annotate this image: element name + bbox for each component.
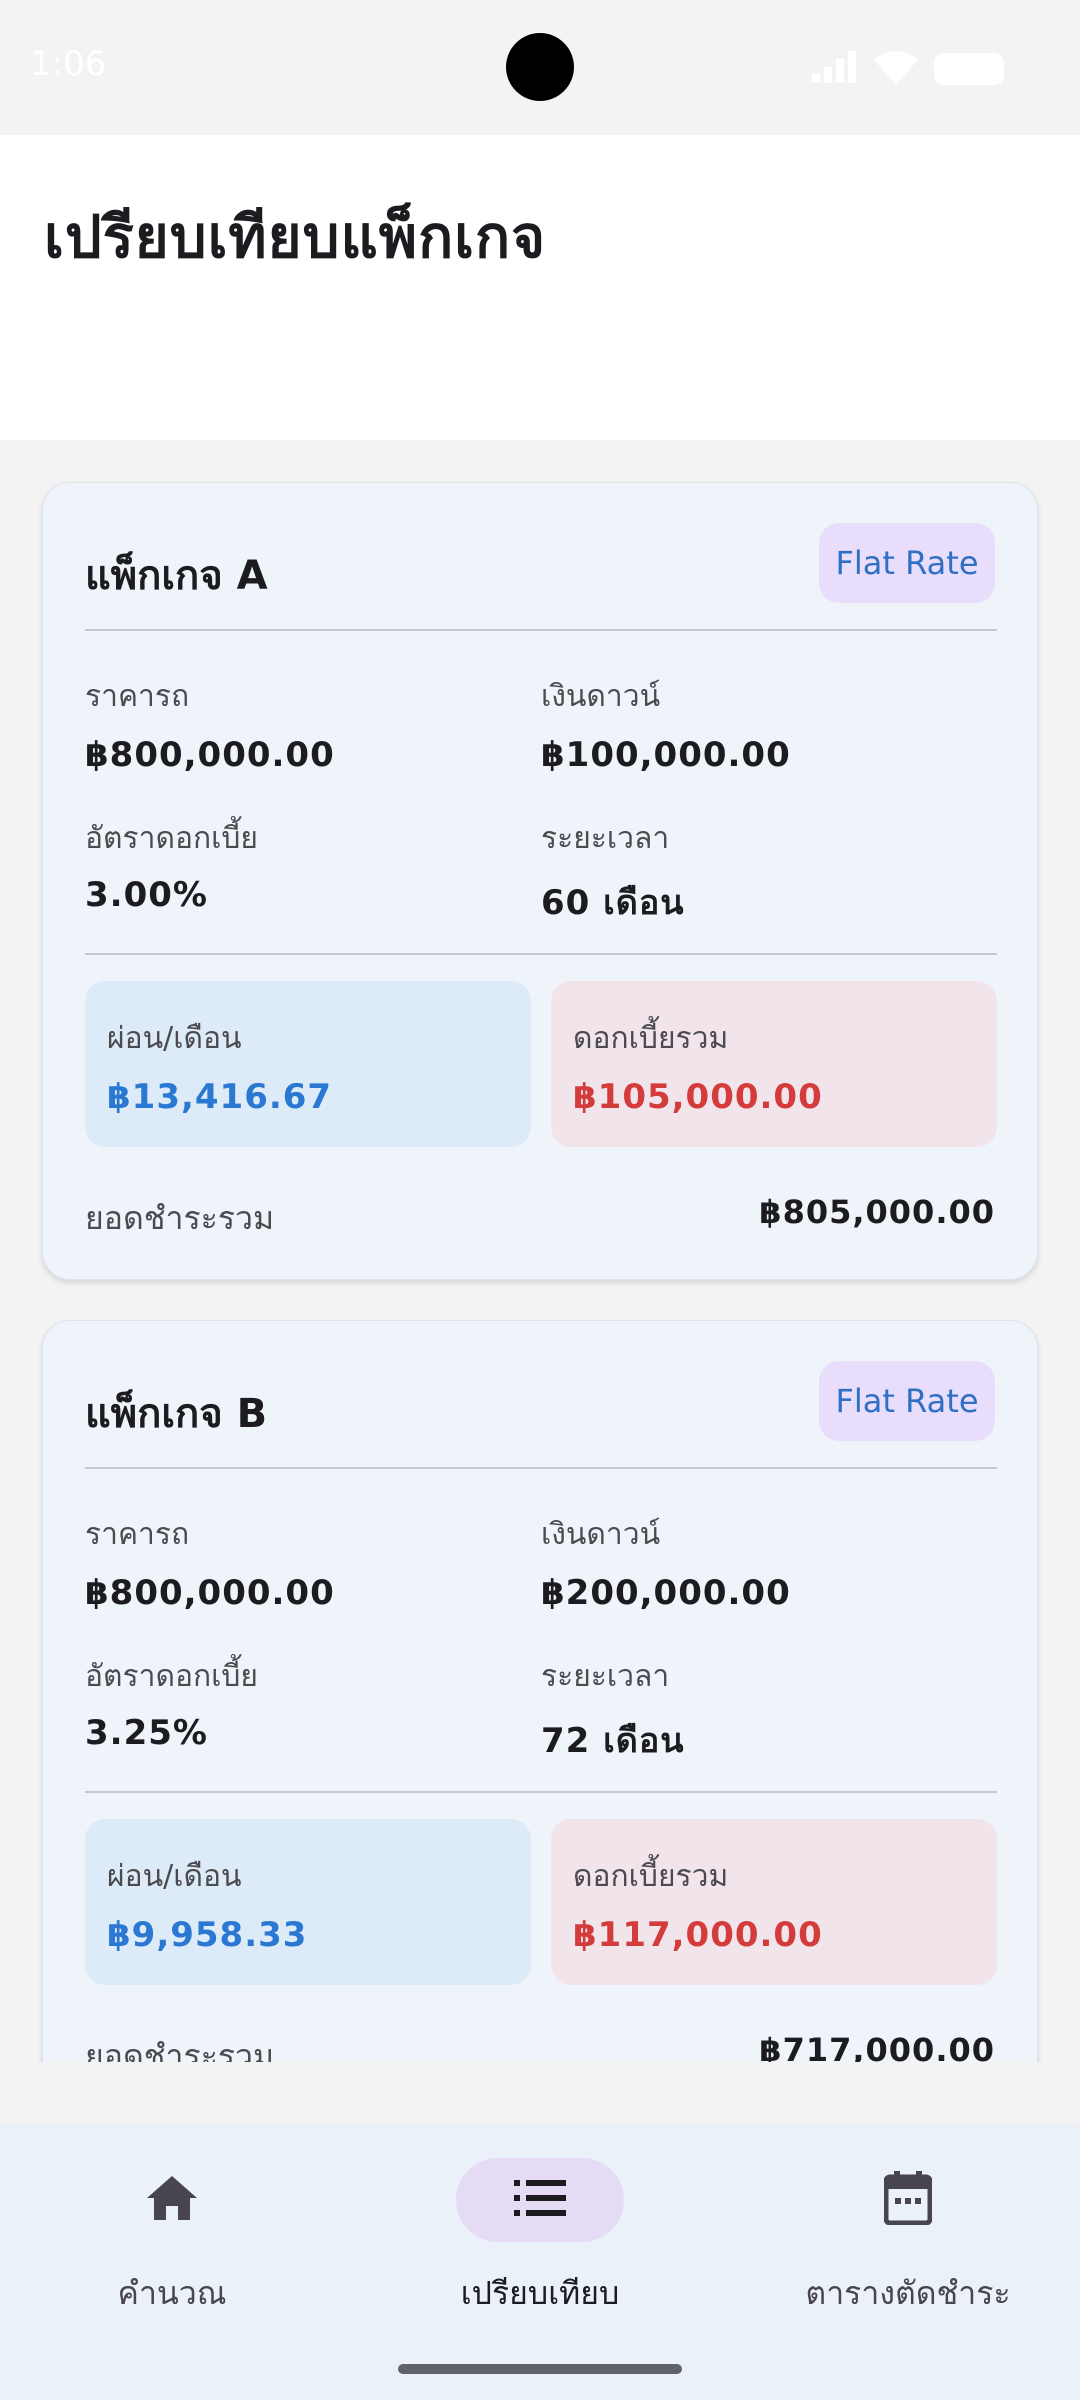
monthly-payment-value: ฿13,416.67 bbox=[107, 1077, 333, 1117]
status-icons bbox=[812, 50, 1004, 88]
total-interest-value: ฿105,000.00 bbox=[573, 1077, 823, 1117]
interest-rate-label: อัตราดอกเบี้ย bbox=[85, 821, 258, 856]
status-bar: 1:06 bbox=[0, 0, 1080, 135]
nav-item-payment-schedule[interactable]: ตารางตัดชำระ bbox=[748, 2158, 1068, 2312]
down-payment-value: ฿200,000.00 bbox=[541, 1573, 791, 1613]
interest-rate-value: 3.00% bbox=[85, 875, 208, 915]
car-price-label: ราคารถ bbox=[85, 1517, 190, 1552]
nav-label: คำนวณ bbox=[117, 2274, 227, 2312]
down-payment-label: เงินดาวน์ bbox=[541, 1517, 661, 1552]
car-price-value: ฿800,000.00 bbox=[85, 735, 335, 775]
total-interest-box: ดอกเบี้ยรวม ฿105,000.00 bbox=[551, 981, 997, 1147]
term-value: 72 เดือน bbox=[541, 1721, 685, 1761]
signal-icon bbox=[812, 51, 858, 87]
wifi-icon bbox=[874, 50, 918, 88]
home-icon bbox=[145, 2174, 199, 2226]
calendar-icon bbox=[883, 2171, 933, 2229]
package-name: แพ็กเกจ A bbox=[85, 553, 268, 599]
nav-label: เปรียบเทียบ bbox=[460, 2274, 620, 2312]
camera-cutout bbox=[506, 33, 574, 101]
rate-type-chip: Flat Rate bbox=[819, 1361, 995, 1441]
status-time: 1:06 bbox=[30, 44, 107, 84]
term-label: ระยะเวลา bbox=[541, 1659, 670, 1694]
car-price-value: ฿800,000.00 bbox=[85, 1573, 335, 1613]
total-interest-label: ดอกเบี้ยรวม bbox=[573, 1021, 729, 1056]
total-interest-box: ดอกเบี้ยรวม ฿117,000.00 bbox=[551, 1819, 997, 1985]
nav-item-calculate[interactable]: คำนวณ bbox=[12, 2158, 332, 2312]
total-payment-label: ยอดชำระรวม bbox=[85, 2037, 275, 2062]
nav-icon-container bbox=[456, 2158, 624, 2242]
bottom-navigation: คำนวณ เปรียบเทียบ ตารางตัดชำระ bbox=[0, 2124, 1080, 2400]
monthly-payment-label: ผ่อน/เดือน bbox=[107, 1859, 242, 1894]
divider bbox=[85, 1791, 997, 1793]
monthly-payment-label: ผ่อน/เดือน bbox=[107, 1021, 242, 1056]
divider bbox=[85, 629, 997, 631]
total-interest-label: ดอกเบี้ยรวม bbox=[573, 1859, 729, 1894]
battery-icon bbox=[934, 53, 1004, 85]
package-list[interactable]: แพ็กเกจ A Flat Rate ราคารถ ฿800,000.00 เ… bbox=[0, 440, 1080, 2062]
rate-type-chip: Flat Rate bbox=[819, 523, 995, 603]
nav-icon-container bbox=[824, 2158, 992, 2242]
divider bbox=[85, 1467, 997, 1469]
package-card-b: แพ็กเกจ B Flat Rate ราคารถ ฿800,000.00 เ… bbox=[42, 1320, 1038, 2062]
divider bbox=[85, 953, 997, 955]
interest-rate-value: 3.25% bbox=[85, 1713, 208, 1753]
interest-rate-label: อัตราดอกเบี้ย bbox=[85, 1659, 258, 1694]
term-value: 60 เดือน bbox=[541, 883, 685, 923]
term-label: ระยะเวลา bbox=[541, 821, 670, 856]
home-indicator bbox=[398, 2364, 682, 2374]
nav-label: ตารางตัดชำระ bbox=[805, 2274, 1011, 2312]
app-bar bbox=[0, 135, 1080, 440]
monthly-payment-box: ผ่อน/เดือน ฿13,416.67 bbox=[85, 981, 531, 1147]
total-payment-value: ฿717,000.00 bbox=[759, 2031, 995, 2062]
page-title: เปรียบเทียบแพ็กเกจ bbox=[44, 203, 547, 271]
package-name: แพ็กเกจ B bbox=[85, 1391, 268, 1437]
monthly-payment-box: ผ่อน/เดือน ฿9,958.33 bbox=[85, 1819, 531, 1985]
car-price-label: ราคารถ bbox=[85, 679, 190, 714]
monthly-payment-value: ฿9,958.33 bbox=[107, 1915, 308, 1955]
list-icon bbox=[514, 2180, 566, 2220]
total-payment-label: ยอดชำระรวม bbox=[85, 1199, 275, 1237]
nav-item-compare[interactable]: เปรียบเทียบ bbox=[380, 2158, 700, 2312]
total-payment-value: ฿805,000.00 bbox=[759, 1193, 995, 1231]
total-interest-value: ฿117,000.00 bbox=[573, 1915, 823, 1955]
nav-icon-container bbox=[88, 2158, 256, 2242]
package-card-a: แพ็กเกจ A Flat Rate ราคารถ ฿800,000.00 เ… bbox=[42, 482, 1038, 1280]
down-payment-label: เงินดาวน์ bbox=[541, 679, 661, 714]
down-payment-value: ฿100,000.00 bbox=[541, 735, 791, 775]
